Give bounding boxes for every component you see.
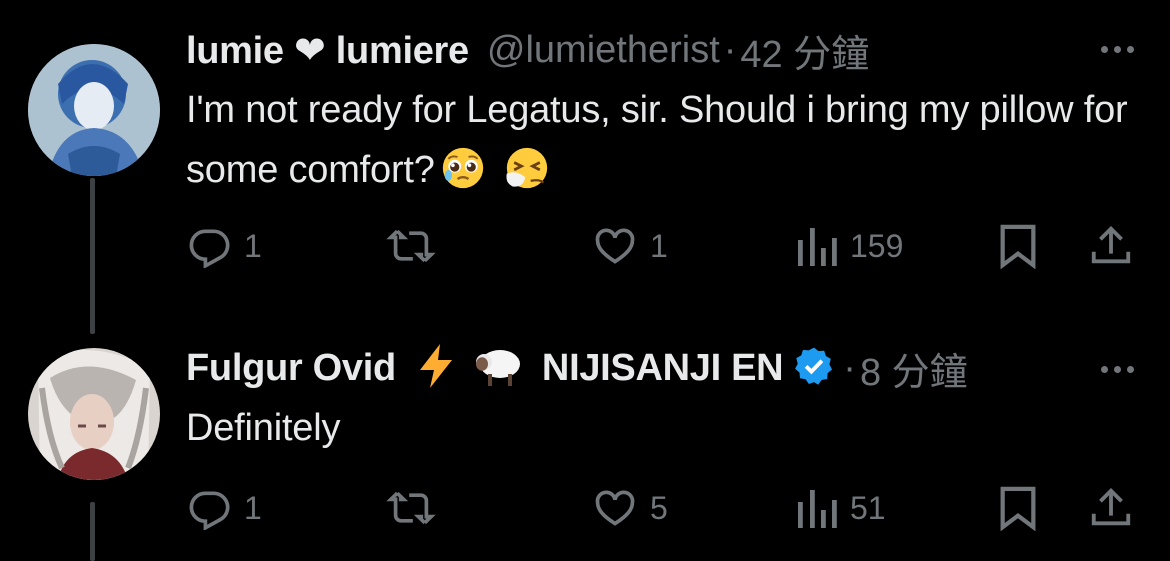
- bookmark-button[interactable]: [998, 478, 1038, 538]
- views-button[interactable]: 159: [796, 216, 903, 276]
- sheep-emoji: [474, 344, 526, 393]
- tweet-header: Fulgur Ovid NIJISANJI EN · 8 分鐘: [186, 340, 968, 396]
- share-button[interactable]: [1088, 478, 1134, 538]
- tweet-text-content: I'm not ready for Legatus, sir. Should i…: [186, 89, 1128, 191]
- tweet-actions: 1 5 51: [0, 478, 1170, 538]
- retweet-button[interactable]: [386, 216, 448, 276]
- reply-count: 1: [244, 227, 262, 264]
- avatar-lumie[interactable]: [28, 44, 160, 176]
- author-handle[interactable]: @lumietherist: [487, 29, 720, 72]
- reply-button[interactable]: 1: [188, 216, 262, 276]
- bookmark-button[interactable]: [998, 216, 1038, 276]
- lightning-emoji: [414, 342, 458, 395]
- reply-count: 1: [244, 489, 262, 526]
- like-button[interactable]: 1: [592, 216, 668, 276]
- retweet-icon: [386, 491, 436, 525]
- retweet-icon: [386, 229, 436, 263]
- separator-dot: ·: [843, 346, 856, 389]
- views-count: 51: [850, 489, 886, 526]
- tweet-time[interactable]: 8 分鐘: [860, 341, 968, 396]
- more-icon[interactable]: [1092, 34, 1142, 64]
- verified-badge-icon: [793, 345, 835, 392]
- author-name[interactable]: Fulgur Ovid: [186, 347, 396, 390]
- views-icon: [798, 228, 837, 266]
- like-button[interactable]: 5: [592, 478, 668, 538]
- like-icon: [595, 490, 635, 526]
- author-name[interactable]: lumie ❤ lumiere: [186, 28, 469, 73]
- reply-icon: [189, 229, 230, 268]
- tweet-2[interactable]: Fulgur Ovid NIJISANJI EN · 8 分鐘 Definite…: [0, 340, 1170, 561]
- sneezing-face-emoji: [501, 146, 553, 208]
- reply-button[interactable]: 1: [188, 478, 262, 538]
- views-button[interactable]: 51: [796, 478, 886, 538]
- tweet-text: I'm not ready for Legatus, sir. Should i…: [186, 80, 1146, 208]
- tweet-actions: 1 1 159: [0, 216, 1170, 276]
- like-count: 5: [650, 489, 668, 526]
- more-icon[interactable]: [1092, 354, 1142, 384]
- tweet-1[interactable]: lumie ❤ lumiere @lumietherist · 42 分鐘 I'…: [0, 0, 1170, 340]
- tweet-header: lumie ❤ lumiere @lumietherist · 42 分鐘: [186, 22, 869, 78]
- bookmark-icon: [1000, 486, 1036, 531]
- share-icon: [1091, 226, 1131, 264]
- avatar-fulgur-ovid[interactable]: [28, 348, 160, 480]
- reply-icon: [189, 491, 230, 530]
- tweet-time[interactable]: 42 分鐘: [740, 23, 869, 78]
- retweet-button[interactable]: [386, 478, 448, 538]
- views-icon: [798, 490, 837, 528]
- author-name-org[interactable]: NIJISANJI EN: [542, 347, 784, 390]
- tweet-text: Definitely: [186, 398, 1146, 458]
- separator-dot: ·: [723, 28, 737, 71]
- like-count: 1: [650, 227, 668, 264]
- like-icon: [595, 228, 635, 264]
- share-icon: [1091, 488, 1131, 526]
- pleading-face-emoji: [439, 146, 487, 208]
- tweet-text-content: Definitely: [186, 407, 341, 449]
- share-button[interactable]: [1088, 216, 1134, 276]
- bookmark-icon: [1000, 224, 1036, 269]
- views-count: 159: [850, 227, 904, 264]
